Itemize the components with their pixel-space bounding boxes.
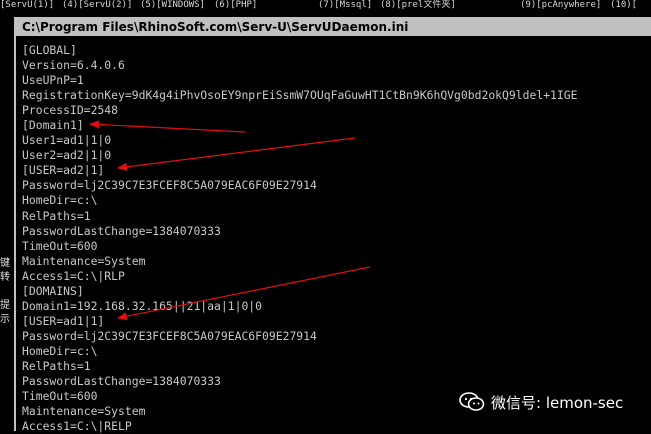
annotation-arrows bbox=[89, 120, 371, 321]
arrow-to-domain1 bbox=[89, 120, 246, 133]
arrow-to-user-ad2 bbox=[117, 137, 356, 171]
watermark-text: 微信号: lemon-sec bbox=[491, 393, 624, 412]
wechat-icon bbox=[459, 392, 485, 412]
arrow-to-user-ad1 bbox=[117, 266, 371, 321]
wechat-watermark: 微信号: lemon-sec bbox=[459, 390, 623, 414]
